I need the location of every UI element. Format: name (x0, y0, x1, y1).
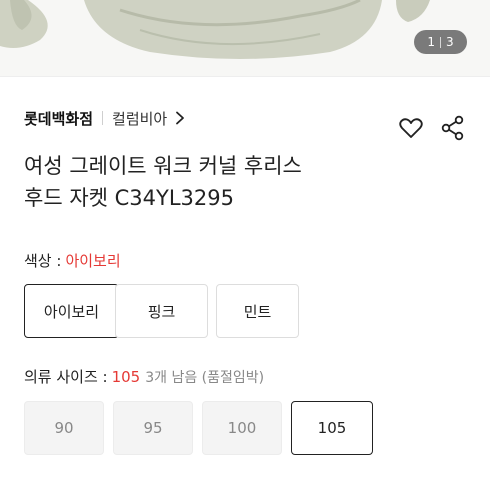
image-counter: 1 3 (414, 30, 467, 54)
size-selected-value: 105 (111, 367, 141, 386)
color-option-pink[interactable]: 핑크 (115, 284, 208, 338)
image-counter-current: 1 (427, 35, 435, 49)
size-option-95[interactable]: 95 (113, 401, 193, 455)
wishlist-button[interactable] (397, 114, 425, 142)
color-label: 색상 : (24, 252, 62, 270)
heart-icon (399, 118, 423, 138)
color-label-row: 색상 : 아이보리 (24, 250, 121, 271)
product-image-carousel[interactable]: 1 3 (0, 0, 490, 76)
color-selected-value: 아이보리 (65, 252, 121, 270)
brand-name[interactable]: 컬럼비아 (112, 108, 167, 129)
chevron-right-icon[interactable] (175, 111, 185, 125)
brand-breadcrumb[interactable]: 롯데백화점 컬럼비아 (24, 104, 185, 132)
stock-note: 3개 남음 (품절임박) (145, 369, 265, 386)
size-option-105[interactable]: 105 (291, 401, 373, 455)
image-counter-divider (440, 36, 441, 48)
product-title-line-1: 여성 그레이트 워크 커널 후리스 (24, 154, 302, 178)
image-counter-total: 3 (446, 35, 454, 49)
color-option-mint[interactable]: 민트 (216, 284, 299, 338)
section-divider (0, 76, 490, 77)
share-button[interactable] (439, 114, 467, 142)
size-label-row: 의류 사이즈 : 105 3개 남음 (품절임박) (24, 366, 264, 387)
brand-divider (102, 111, 104, 125)
store-name[interactable]: 롯데백화점 (24, 108, 93, 129)
size-option-90[interactable]: 90 (24, 401, 104, 455)
size-option-100[interactable]: 100 (202, 401, 282, 455)
size-label: 의류 사이즈 : (24, 368, 108, 386)
product-title: 여성 그레이트 워크 커널 후리스 후드 자켓 C34YL3295 (24, 150, 424, 214)
product-title-line-2: 후드 자켓 C34YL3295 (24, 186, 234, 210)
color-option-ivory[interactable]: 아이보리 (24, 284, 119, 338)
share-icon (441, 115, 464, 141)
